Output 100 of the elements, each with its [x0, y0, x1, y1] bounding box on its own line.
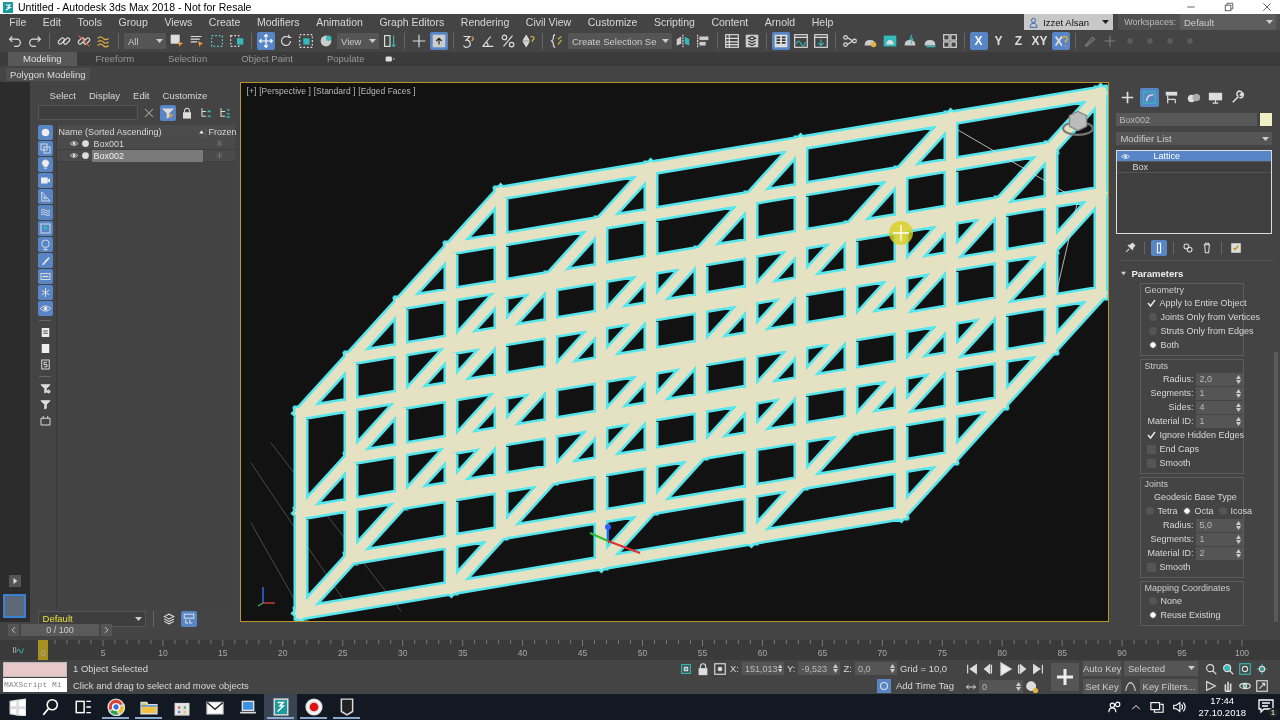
number-field[interactable]: 5,0 [1196, 518, 1244, 532]
network-icon[interactable] [1150, 700, 1165, 714]
crosshair-icon[interactable] [410, 32, 428, 50]
number-field[interactable]: 2 [1196, 546, 1244, 560]
restore-icon[interactable] [1224, 2, 1234, 12]
render-dot-icon[interactable] [80, 139, 90, 148]
coordinate-field[interactable]: 0,0 [854, 662, 897, 675]
render-dot-icon[interactable] [80, 151, 90, 160]
previous-frame-icon[interactable] [8, 624, 19, 636]
scale-icon[interactable] [297, 32, 315, 50]
camera-icon[interactable] [37, 173, 53, 188]
overlapping-squares-icon[interactable] [37, 141, 53, 156]
ribbon-tab[interactable]: Modeling [8, 52, 77, 66]
current-frame-marker[interactable] [38, 640, 48, 660]
menu-item[interactable]: Create [200, 16, 249, 28]
rollout-header[interactable]: Parameters [1116, 266, 1277, 280]
axis-button[interactable]: Z [1009, 32, 1028, 50]
axis-constraint-icon[interactable] [1051, 32, 1070, 50]
stack-item[interactable]: Box [1117, 162, 1272, 173]
clock[interactable]: 17:44 27.10.2018 [1198, 695, 1246, 719]
schematic-view-icon[interactable] [811, 32, 830, 50]
ribbon-panel-icon[interactable] [771, 32, 790, 50]
viewport-label[interactable]: [Edged Faces ] [358, 86, 416, 96]
number-field[interactable]: 1 [1196, 414, 1244, 428]
number-field[interactable]: 1 [1196, 386, 1244, 400]
toolbar-dropdown[interactable]: Create Selection Se [568, 33, 672, 49]
stack-item[interactable]: Lattice [1117, 151, 1272, 162]
object-row[interactable]: Box001 [56, 138, 235, 150]
viewport-label[interactable]: [Standard ] [313, 86, 356, 96]
spinner-arrows-icon[interactable] [1236, 520, 1242, 530]
column-header[interactable]: Frozen [204, 126, 235, 137]
viewport-label[interactable]: [Perspective ] [259, 86, 311, 96]
time-slider-thumb[interactable]: 0 / 100 [21, 624, 99, 636]
radio-button[interactable] [1149, 341, 1158, 349]
zoom-icon[interactable] [1204, 661, 1218, 676]
menu-item[interactable]: Civil View [517, 16, 580, 28]
layer-dropdown[interactable]: Default [37, 610, 146, 627]
dashed-rectangle-icon[interactable] [208, 32, 226, 50]
curve-editor-icon[interactable] [10, 644, 26, 656]
display-toggle-icon[interactable] [383, 54, 398, 64]
window-crossing-icon[interactable] [228, 32, 246, 50]
time-configuration-icon[interactable] [1025, 679, 1039, 694]
curve-editor-icon[interactable] [791, 32, 810, 50]
eye-icon[interactable] [68, 139, 79, 148]
volume-icon[interactable] [1172, 700, 1187, 714]
notification-icon[interactable] [1258, 698, 1274, 714]
next-frame-icon[interactable] [101, 624, 112, 636]
four-squares-icon[interactable] [940, 32, 959, 50]
play-icon[interactable] [997, 660, 1013, 677]
menu-item[interactable]: Customize [162, 90, 208, 101]
checkbox[interactable] [1147, 430, 1157, 440]
viewport-label[interactable]: [+] [246, 86, 257, 96]
toolbar-dropdown[interactable]: All [124, 33, 166, 49]
set-square-icon[interactable] [37, 189, 53, 204]
color-swatch[interactable] [1260, 113, 1273, 126]
toolbar-dropdown[interactable]: View [337, 33, 379, 49]
axis-button[interactable]: Y [989, 32, 1008, 50]
menu-item[interactable]: Arnold [756, 16, 804, 28]
menu-item[interactable]: Edit [133, 90, 150, 101]
spinner-arrows-icon[interactable] [1236, 534, 1242, 544]
key-set-dropdown[interactable]: Selected [1124, 660, 1198, 676]
isolate-icon[interactable] [679, 661, 693, 676]
time-tag-link[interactable]: Add Time Tag [896, 680, 954, 691]
bulb-icon[interactable] [37, 157, 53, 172]
eye-icon[interactable] [68, 151, 79, 160]
select-object-icon[interactable] [168, 32, 186, 50]
filter-icon[interactable] [37, 397, 53, 412]
ribbon-tab[interactable]: Selection [153, 52, 223, 66]
menu-item[interactable]: Rendering [452, 16, 518, 28]
tray-outline-icon[interactable] [37, 413, 53, 428]
spinner-arrows-icon[interactable] [1236, 548, 1242, 558]
show-end-result-icon[interactable] [1151, 240, 1168, 256]
previous-key-icon[interactable] [981, 661, 995, 676]
material-nodes-icon[interactable] [840, 32, 859, 50]
coordinate-field[interactable]: -9,523 [798, 662, 841, 675]
spinner-snap-icon[interactable] [519, 32, 537, 50]
key-filters-button[interactable]: Key Filters... [1140, 678, 1198, 694]
percent-snap-icon[interactable] [499, 32, 517, 50]
field-of-view-icon[interactable] [1204, 678, 1218, 693]
workspace-dropdown[interactable]: Default [1180, 14, 1276, 30]
menu-item[interactable]: Select [49, 90, 76, 101]
ribbon-tab[interactable]: Populate [311, 52, 380, 66]
column-header[interactable]: Name (Sorted Ascending) [58, 126, 198, 137]
menu-item[interactable]: Edit [34, 16, 70, 28]
next-key-icon[interactable] [1015, 661, 1029, 676]
filter-gear-icon[interactable] [37, 381, 53, 396]
number-field[interactable]: 2,0 [1196, 372, 1244, 386]
menu-item[interactable]: Content [703, 16, 757, 28]
number-field[interactable]: 4 [1196, 400, 1244, 414]
zoom-extents-all-icon[interactable] [1255, 661, 1269, 676]
layer-explorer-icon[interactable] [180, 610, 197, 627]
lock-icon[interactable] [696, 661, 710, 676]
user-menu[interactable]: Izzet Alsan [1024, 14, 1114, 30]
menu-item[interactable]: Views [156, 16, 201, 28]
menu-item[interactable]: Customize [579, 16, 646, 28]
spinner-arrows-icon[interactable] [1236, 388, 1242, 398]
script-listener-field[interactable]: MAXScript Mi [3, 678, 67, 692]
maximize-viewport-icon[interactable] [1255, 678, 1269, 693]
spinner-arrows-icon[interactable] [777, 664, 782, 673]
object-name-field[interactable]: Box002 [1116, 113, 1258, 126]
